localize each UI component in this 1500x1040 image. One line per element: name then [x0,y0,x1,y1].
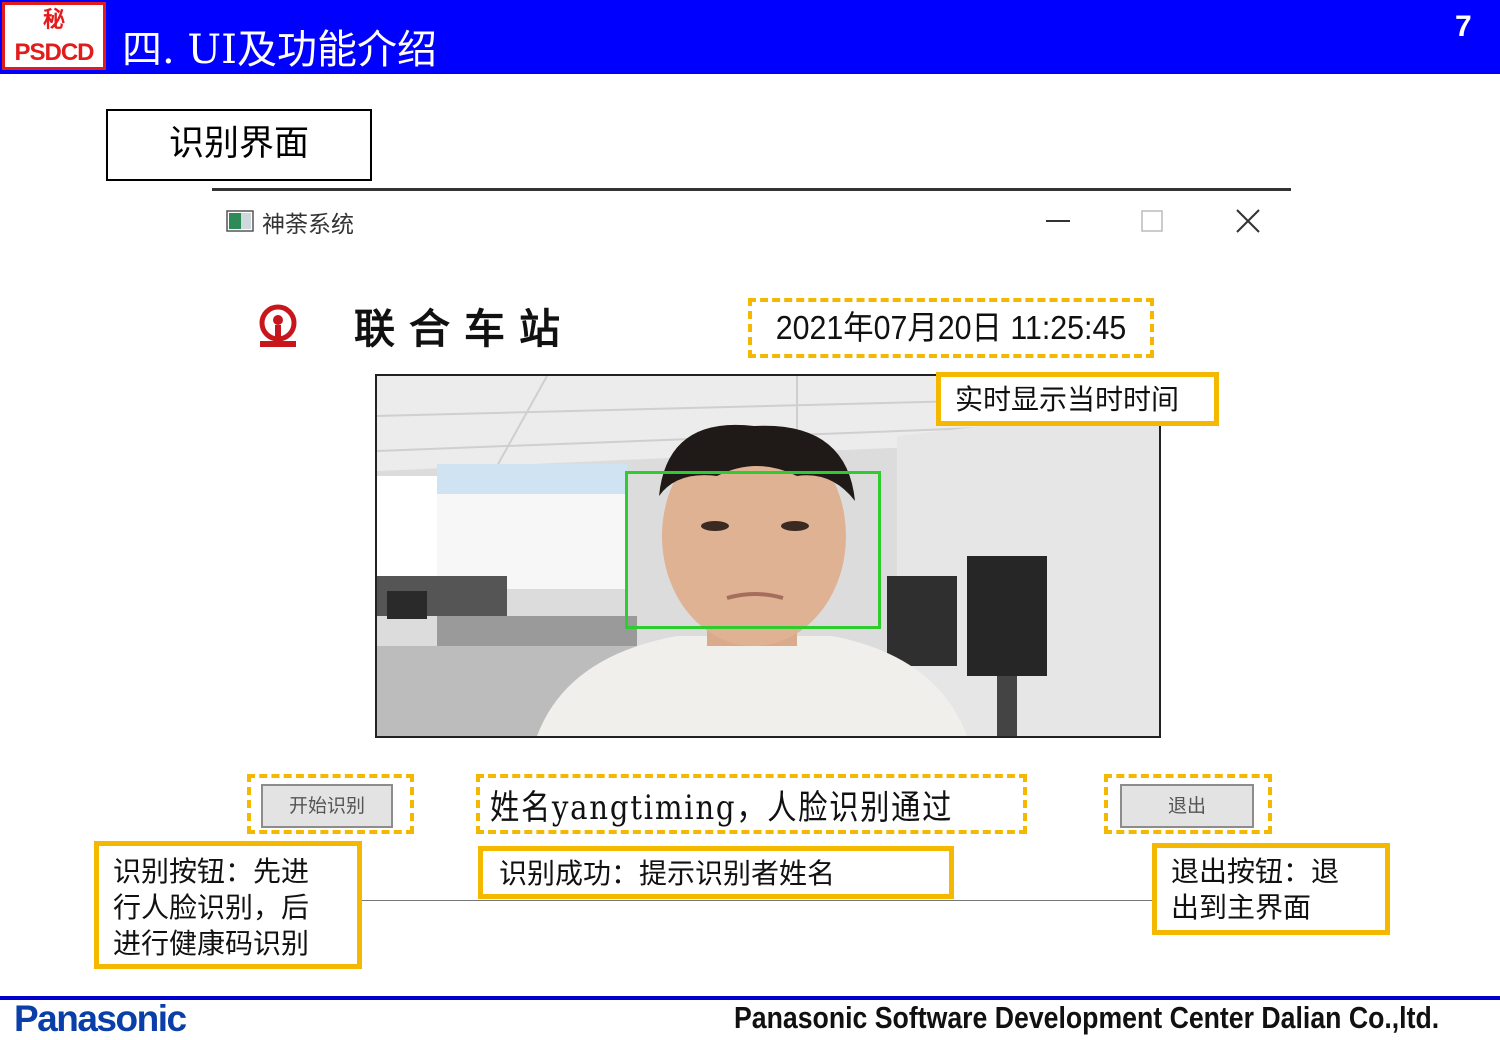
page-number: 7 [1455,10,1472,43]
window-title: 神荼系统 [262,212,354,238]
clock-display: 2021年07月20日 11:25:45 [775,309,1127,346]
slide-title: 四. UI及功能介绍 [122,27,437,73]
start-button-highlight: 开始识别 [247,774,414,834]
railway-logo-icon [259,304,297,347]
minimize-icon[interactable] [1044,201,1072,241]
station-name: 联合车站 [354,305,574,353]
confidential-badge: 秘 PSDCD [2,2,106,70]
brand-logo: Panasonic [14,998,187,1039]
callout-line: 退出按钮：退 [1171,855,1340,888]
face-detection-box [625,471,881,629]
confidential-mark: 秘 [42,8,65,33]
callout-line: 识别按钮：先进 [113,855,310,888]
result-highlight: 姓名yangtiming，人脸识别通过 [476,774,1027,834]
app-window: 神荼系统 联合车站 2021年07月20日 11:25:45 [212,191,1291,758]
maximize-icon[interactable] [1138,201,1166,241]
exit-button[interactable]: 退出 [1120,784,1254,828]
close-icon[interactable] [1234,201,1262,241]
header-bar: 秘 PSDCD 四. UI及功能介绍 7 [0,0,1500,74]
camera-feed [375,374,1161,738]
start-button-callout: 识别按钮：先进 行人脸识别，后 进行健康码识别 [94,841,362,969]
start-recognition-button[interactable]: 开始识别 [261,784,393,828]
connector-line [360,900,1152,901]
section-label: 识别界面 [106,109,372,181]
clock-callout: 实时显示当时时间 [936,372,1219,426]
department-code: PSDCD [14,39,94,66]
result-callout: 识别成功：提示识别者姓名 [478,846,954,899]
company-name: Panasonic Software Development Center Da… [734,1000,1440,1035]
recognition-result: 姓名yangtiming，人脸识别通过 [490,788,954,828]
app-icon [226,210,254,232]
callout-line: 出到主界面 [1171,891,1312,924]
callout-line: 行人脸识别，后 [113,891,310,924]
exit-button-callout: 退出按钮：退 出到主界面 [1152,843,1390,935]
clock-highlight: 2021年07月20日 11:25:45 [748,298,1154,358]
exit-button-highlight: 退出 [1104,774,1272,834]
callout-line: 进行健康码识别 [113,927,310,960]
